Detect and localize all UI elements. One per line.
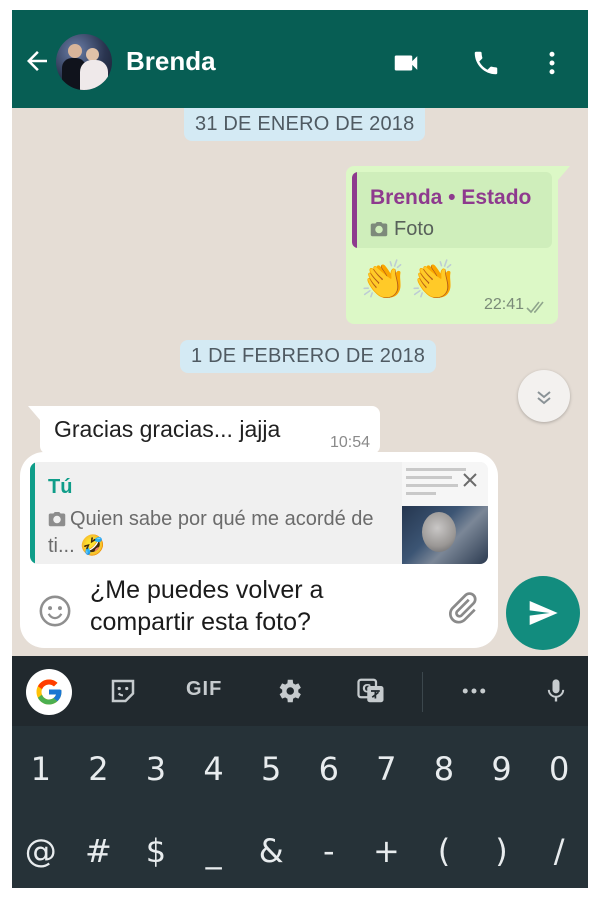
settings-gear-icon[interactable] [274,676,304,706]
key-close-paren[interactable]: ) [476,832,528,870]
key-6[interactable]: 6 [303,750,355,788]
quoted-type-label: Foto [394,218,435,240]
google-icon [36,679,62,705]
message-time: 10:54 [329,434,370,451]
chat-screen: Brenda 31 DE ENERO DE 2018 Brenda • Esta… [12,10,588,888]
clapping-hands-emoji: 👏 [360,260,408,302]
message-input[interactable]: ¿Me puedes volver a compartir esta foto? [90,574,430,638]
more-vertical-icon[interactable] [534,48,570,78]
contact-name[interactable]: Brenda [126,46,216,77]
video-camera-icon[interactable] [388,48,424,78]
arrow-left-icon[interactable] [22,46,52,76]
reply-text: Quien sabe por qué me acordé de ti... 🤣 [48,506,378,560]
message-text: Gracias gracias... jajja [54,416,281,442]
key-1[interactable]: 1 [15,750,67,788]
date-separator: 1 DE FEBRERO DE 2018 [180,340,437,373]
camera-icon [48,512,66,527]
more-horizontal-icon[interactable] [458,676,490,706]
soft-keyboard: GIF G 1 2 3 4 5 6 7 8 9 0 @ # $ _ & - + … [12,656,588,888]
emoji-icon[interactable] [38,594,72,628]
reply-text-content: Quien sabe por qué me acordé de ti... 🤣 [48,508,374,557]
outgoing-message[interactable]: Brenda • Estado Foto 👏 👏 22:41 [346,166,558,324]
reply-preview[interactable]: Tú Quien sabe por qué me acordé de ti...… [30,462,488,564]
contact-avatar[interactable] [56,34,112,90]
quoted-author: Brenda • Estado [370,186,532,209]
key-8[interactable]: 8 [418,750,470,788]
key-3[interactable]: 3 [130,750,182,788]
clapping-hands-emoji: 👏 [410,260,458,302]
keyboard-toolbar: GIF G [12,656,588,726]
reply-author: Tú [48,476,73,498]
key-dollar[interactable]: $ [130,832,182,870]
close-icon[interactable] [458,468,482,492]
double-check-icon [526,301,544,314]
gif-button[interactable]: GIF [186,678,222,701]
key-ampersand[interactable]: & [245,832,297,870]
key-2[interactable]: 2 [72,750,124,788]
camera-icon [370,222,388,237]
key-9[interactable]: 9 [476,750,528,788]
sticker-icon[interactable] [108,676,138,706]
incoming-message[interactable]: Gracias gracias... jajja 10:54 [40,406,380,454]
svg-text:G: G [362,682,371,695]
key-4[interactable]: 4 [188,750,240,788]
phone-icon[interactable] [468,48,504,78]
toolbar-divider [422,672,423,712]
key-minus[interactable]: - [303,832,355,870]
send-icon [529,601,558,625]
compose-box: Tú Quien sabe por qué me acordé de ti...… [20,452,498,648]
quoted-type: Foto [370,218,434,241]
date-separator: 31 DE ENERO DE 2018 [184,108,426,141]
chevron-double-down-icon [537,391,551,405]
send-button[interactable] [506,576,580,650]
number-row: 1 2 3 4 5 6 7 8 9 0 [12,750,588,788]
key-open-paren[interactable]: ( [418,832,470,870]
key-0[interactable]: 0 [533,750,585,788]
microphone-icon[interactable] [542,676,570,706]
key-hash[interactable]: # [72,832,124,870]
bubble-tail [558,166,570,180]
symbol-row: @ # $ _ & - + ( ) / [12,832,588,870]
message-time: 22:41 [483,296,524,313]
chat-header: Brenda [12,10,588,108]
paperclip-icon[interactable] [444,590,480,626]
key-5[interactable]: 5 [245,750,297,788]
scroll-to-bottom-button[interactable] [518,370,570,422]
google-search-button[interactable] [26,669,72,715]
key-slash[interactable]: / [533,832,585,870]
quote-accent-bar [352,172,357,248]
key-plus[interactable]: + [360,832,412,870]
bubble-tail [28,406,40,420]
translate-icon[interactable]: G [356,676,386,706]
quoted-status[interactable]: Brenda • Estado Foto [352,172,552,248]
key-underscore[interactable]: _ [188,832,240,870]
reply-accent-bar [30,462,35,564]
key-7[interactable]: 7 [360,750,412,788]
key-at[interactable]: @ [15,832,67,870]
